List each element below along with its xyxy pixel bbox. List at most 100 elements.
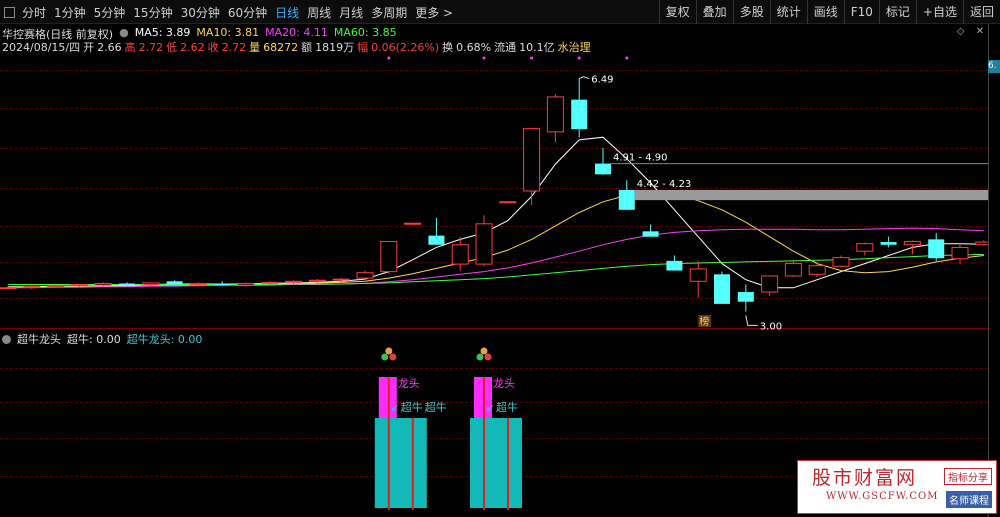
bull-label: 超牛 [401, 400, 423, 414]
open-label: 开 [83, 41, 95, 54]
low-marker-label: 3.00 [760, 321, 782, 332]
signal-icon-top [480, 347, 488, 355]
bull-arrow: ↙ [486, 403, 494, 414]
signal-dot [625, 56, 629, 60]
candle-body-up [832, 257, 850, 267]
candle-body-up [380, 241, 398, 273]
amount-label: 额 [301, 41, 313, 54]
low-value: 2.62 [180, 41, 205, 54]
dragon-label: 龙头 [493, 377, 515, 390]
candle-body-down [642, 231, 659, 237]
indicator-settings-icon[interactable] [2, 334, 11, 344]
pane-controls: ◇ ✕ [957, 26, 984, 37]
candle-body-up [285, 280, 303, 283]
signal-dot [530, 56, 534, 60]
turnover-value: 0.68% [456, 41, 492, 54]
candle-body-down [571, 99, 588, 130]
signal-dot [482, 56, 486, 60]
candle-body-up [451, 244, 469, 265]
candle-body-up [70, 284, 88, 287]
candle-body-up [308, 279, 326, 282]
indicator-name[interactable]: 超牛龙头 [17, 331, 61, 347]
float-value: 10.1亿 [519, 41, 555, 54]
bull-arrow: ↙ [391, 403, 399, 414]
candle-body-up [332, 278, 350, 281]
candle-body-up [689, 268, 707, 282]
candle-body-down [618, 189, 635, 210]
candle-body-down [737, 292, 754, 302]
candle-body-up [523, 128, 541, 192]
candle-body-up [761, 275, 779, 293]
diamond-icon[interactable]: ◇ [957, 26, 965, 37]
candle-body-down [714, 274, 730, 304]
float-label: 流通 [494, 41, 517, 54]
candle-body-up [23, 285, 41, 288]
candle-body-up [237, 282, 255, 286]
candle-body-up [189, 282, 207, 286]
low-label: 低 [166, 41, 178, 54]
candle-body-down [214, 283, 231, 286]
low-marker-arrow [745, 315, 758, 326]
candle-body-up [546, 96, 564, 133]
signal-icon-left [381, 353, 389, 361]
candle-body-up [808, 265, 826, 275]
watermark-url: WWW.GSCFW.COM [826, 491, 939, 502]
candle-body-down [880, 242, 897, 245]
signal-icon-right [484, 353, 492, 361]
candle-body-up [951, 246, 969, 260]
candle-body-up [47, 285, 65, 288]
close-label: 收 [207, 41, 219, 54]
quote-line: 2024/08/15/四开 2.66 高 2.72 低 2.62 收 2.72 量 68272 额 1… [2, 39, 594, 55]
candle-body-up [499, 201, 517, 204]
candle-body-up [975, 241, 988, 246]
high-marker-label: 6.49 [591, 75, 613, 86]
candle-body-up [0, 287, 17, 290]
high-label: 高 [124, 41, 136, 54]
kline-chart[interactable]: 4.91 - 4.904.42 - 4.23 6.493.00榜 龙头↙ 超牛龙头… [0, 0, 988, 517]
bull-label: 超牛 [425, 400, 447, 414]
open-value: 2.66 [97, 41, 122, 54]
indicator-value-2: 超牛龙头: 0.00 [126, 333, 203, 346]
concept-tag[interactable]: 水治理 [558, 41, 591, 54]
high-marker-arrow [578, 76, 590, 80]
watermark-badge-share: 指标分享 [944, 468, 992, 485]
gap-band [634, 189, 988, 201]
bull-label: 超牛 [496, 400, 518, 414]
high-value: 2.72 [138, 41, 164, 54]
candle-body-down [666, 260, 683, 271]
indicator-legend: 超牛龙头 超牛: 0.00 超牛龙头: 0.00 [2, 331, 202, 347]
signal-icon-right [389, 353, 397, 361]
candle-body-down [928, 239, 945, 259]
price-tag: 6. [988, 60, 1000, 73]
indicator-value-1: 超牛: 0.00 [67, 333, 121, 346]
candle-body-up [142, 282, 160, 286]
amount-value: 1819万 [315, 41, 355, 54]
bang-badge: 榜 [699, 315, 709, 328]
candle-body-down [428, 235, 445, 245]
signal-dot [387, 56, 391, 60]
watermark-badge-course: 名师课程 [946, 491, 992, 508]
price-axis-border [988, 24, 989, 517]
candle-body-up [784, 263, 802, 277]
gap-label: 4.42 - 4.23 [637, 179, 692, 190]
candle-body-up [261, 281, 279, 284]
signal-icon-top [385, 347, 393, 355]
turnover-label: 换 [442, 41, 454, 54]
close-icon[interactable]: ✕ [976, 26, 984, 37]
bull-block [374, 418, 427, 508]
candle-body-up [94, 282, 112, 286]
close-value: 2.72 [221, 41, 247, 54]
candle-body-down [166, 281, 183, 285]
dragon-label: 龙头 [398, 377, 420, 390]
watermark-name: 股市财富网 [812, 467, 918, 489]
candle-body-up [404, 222, 422, 225]
bull-block [470, 418, 522, 508]
candle-body-up [475, 223, 493, 265]
change-value: 0.06(2.26%) [371, 41, 440, 54]
gap-label: 4.91 - 4.90 [613, 153, 668, 164]
watermark-logo: 股市财富网 WWW.GSCFW.COM 指标分享 名师课程 [797, 460, 997, 514]
signal-icon-left [476, 353, 484, 361]
signal-dot [577, 56, 581, 60]
vol-label: 量 [249, 41, 261, 54]
candle-body-up [356, 272, 374, 279]
